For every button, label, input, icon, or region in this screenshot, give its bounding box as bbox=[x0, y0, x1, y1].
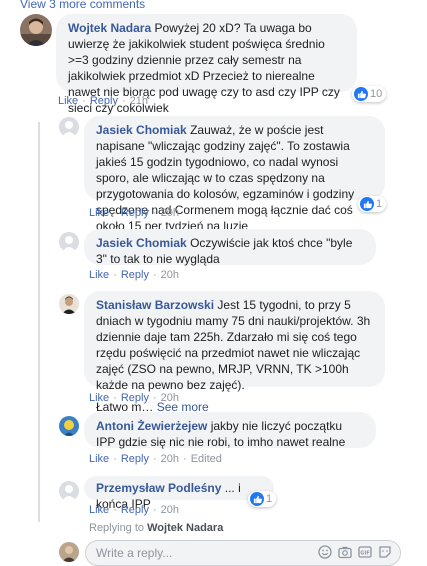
reply-link[interactable]: Reply bbox=[121, 453, 149, 465]
default-avatar-icon bbox=[59, 481, 79, 501]
timestamp[interactable]: 20h bbox=[161, 392, 179, 404]
reply-link[interactable]: Reply bbox=[121, 207, 149, 219]
reply-link[interactable]: Reply bbox=[121, 392, 149, 404]
emoji-icon[interactable] bbox=[318, 545, 332, 559]
reaction-count[interactable]: 10 bbox=[352, 86, 387, 102]
avatar[interactable] bbox=[59, 416, 79, 436]
reaction-number: 1 bbox=[376, 198, 383, 210]
comment-author[interactable]: Wojtek Nadara bbox=[68, 21, 151, 35]
thread-line bbox=[38, 122, 40, 522]
like-link[interactable]: Like bbox=[58, 95, 78, 107]
reply-input[interactable]: Write a reply... GIF bbox=[85, 540, 401, 566]
reaction-number: 1 bbox=[266, 493, 273, 505]
avatar[interactable] bbox=[59, 232, 79, 252]
timestamp[interactable]: 21h bbox=[130, 95, 148, 107]
comment-author[interactable]: Przemysław Podleśny bbox=[96, 481, 221, 495]
reply-link[interactable]: Reply bbox=[90, 95, 118, 107]
timestamp[interactable]: 20h bbox=[161, 504, 179, 516]
like-link[interactable]: Like bbox=[89, 269, 109, 281]
user-photo-icon bbox=[59, 416, 79, 436]
timestamp[interactable]: 20h bbox=[161, 453, 179, 465]
comment-actions: Like · Reply · 20h · Edited bbox=[89, 453, 222, 465]
reply-placeholder: Write a reply... bbox=[96, 546, 173, 560]
comment-actions: Like · Reply · 20h bbox=[89, 269, 180, 281]
comment-author[interactable]: Antoni Żewierżejew bbox=[96, 419, 207, 433]
current-user-avatar[interactable] bbox=[59, 542, 79, 562]
comment-actions: Like · Reply · 20h bbox=[89, 392, 180, 404]
timestamp[interactable]: 20h bbox=[161, 269, 179, 281]
default-avatar-icon bbox=[59, 117, 79, 137]
comment-actions: Like · Reply · 21h bbox=[58, 95, 149, 107]
sticker-icon[interactable] bbox=[378, 545, 392, 559]
replying-to-name[interactable]: Wojtek Nadara bbox=[147, 522, 223, 534]
comment-bubble: Jasiek Chomiak Zauważ, że w poście jest … bbox=[84, 116, 385, 233]
like-link[interactable]: Like bbox=[89, 453, 109, 465]
timestamp[interactable]: 20h bbox=[161, 207, 179, 219]
reaction-number: 10 bbox=[370, 88, 383, 100]
avatar[interactable] bbox=[20, 14, 52, 46]
avatar[interactable] bbox=[59, 117, 79, 137]
thumbs-up-icon bbox=[250, 492, 264, 506]
avatar[interactable] bbox=[59, 481, 79, 501]
user-photo-icon bbox=[59, 294, 79, 314]
comment-bubble: Jasiek Chomiak Oczywiście jak ktoś chce … bbox=[84, 229, 376, 266]
like-link[interactable]: Like bbox=[89, 392, 109, 404]
like-link[interactable]: Like bbox=[89, 207, 109, 219]
comment-bubble: Przemysław Podleśny ... i końca IPP bbox=[84, 476, 274, 511]
avatar[interactable] bbox=[59, 294, 79, 314]
comment-author[interactable]: Jasiek Chomiak bbox=[96, 236, 187, 250]
edited-label[interactable]: Edited bbox=[191, 453, 222, 465]
thumbs-up-icon bbox=[354, 87, 368, 101]
comment-actions: Like · Reply · 20h bbox=[89, 207, 180, 219]
gif-icon[interactable]: GIF bbox=[358, 545, 372, 559]
comment-author[interactable]: Stanisław Barzowski bbox=[96, 298, 214, 312]
like-link[interactable]: Like bbox=[89, 504, 109, 516]
comment-bubble: Wojtek Nadara Powyżej 20 xD? Ta uwaga bo… bbox=[56, 14, 357, 115]
comment-bubble: Antoni Żewierżejew jakby nie liczyć pocz… bbox=[84, 412, 376, 449]
comment-bubble: Stanisław Barzowski Jest 15 tygodni, to … bbox=[84, 291, 385, 414]
svg-text:GIF: GIF bbox=[360, 551, 369, 557]
comment-text: Jest 15 tygodni, to przy 5 dniach w tygo… bbox=[96, 298, 371, 392]
replying-to-prefix: Replying to bbox=[89, 522, 145, 534]
thumbs-up-icon bbox=[360, 197, 374, 211]
camera-icon[interactable] bbox=[338, 545, 352, 559]
reaction-count[interactable]: 1 bbox=[248, 491, 277, 507]
user-photo-icon bbox=[20, 14, 52, 46]
user-photo-icon bbox=[59, 542, 79, 562]
view-more-comments-link[interactable]: View 3 more comments bbox=[20, 0, 145, 11]
reply-link[interactable]: Reply bbox=[121, 504, 149, 516]
comment-actions: Like · Reply · 20h bbox=[89, 504, 180, 516]
comment-author[interactable]: Jasiek Chomiak bbox=[96, 123, 187, 137]
default-avatar-icon bbox=[59, 232, 79, 252]
reaction-count[interactable]: 1 bbox=[358, 196, 387, 212]
reply-link[interactable]: Reply bbox=[121, 269, 149, 281]
replying-to-label: Replying to Wojtek Nadara bbox=[89, 522, 223, 534]
